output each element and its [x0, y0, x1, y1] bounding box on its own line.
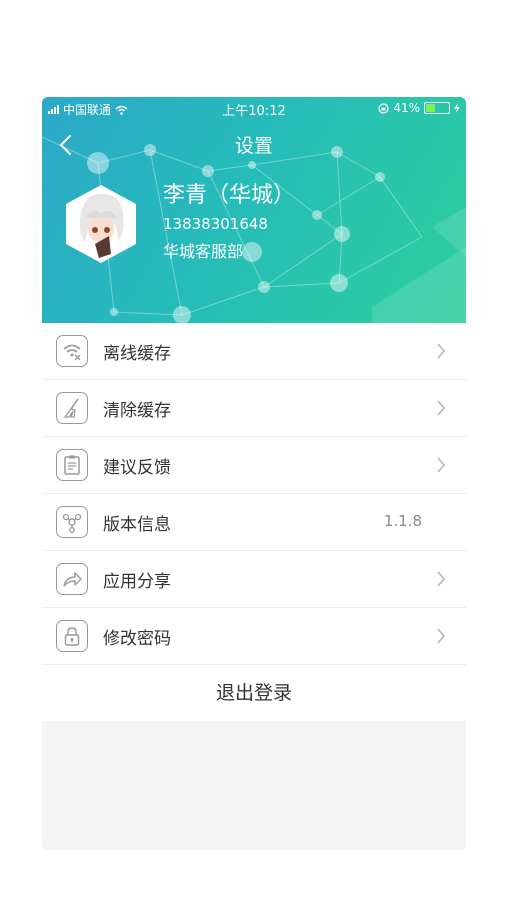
battery-icon	[424, 102, 450, 114]
menu-item-feedback[interactable]: 建议反馈	[42, 437, 466, 494]
feedback-icon	[56, 449, 88, 481]
settings-screen: 中国联通 上午10:12 41% 设置 李青（华城） 13838301648 华…	[42, 97, 466, 850]
menu-item-clear-cache[interactable]: 清除缓存	[42, 380, 466, 437]
menu-item-version[interactable]: 版本信息 1.1.8	[42, 494, 466, 551]
charging-bolt-icon	[454, 103, 460, 113]
share-arrow-icon	[56, 563, 88, 595]
menu-item-label: 修改密码	[103, 629, 171, 649]
settings-menu: 离线缓存 清除缓存 建议反馈 版本信息 1.1.8 应用分享 修改密码 退出登录	[42, 323, 466, 721]
battery-percent: 41%	[393, 101, 420, 115]
user-name: 李青（华城）	[163, 183, 296, 208]
chevron-right-icon	[437, 571, 446, 587]
chevron-right-icon	[437, 457, 446, 473]
chevron-right-icon	[437, 628, 446, 644]
battery-level	[426, 104, 436, 112]
avatar[interactable]	[65, 184, 137, 264]
menu-item-label: 应用分享	[103, 572, 171, 592]
user-department: 华城客服部	[163, 242, 244, 261]
page-title: 设置	[234, 135, 273, 157]
status-bar: 中国联通 上午10:12 41%	[42, 97, 466, 119]
version-share-nodes-icon	[56, 506, 88, 538]
menu-item-change-password[interactable]: 修改密码	[42, 608, 466, 665]
menu-item-label: 离线缓存	[103, 344, 171, 364]
menu-item-label: 建议反馈	[103, 458, 171, 478]
logout-button[interactable]: 退出登录	[42, 665, 466, 721]
menu-item-label: 版本信息	[103, 515, 171, 535]
chevron-right-icon	[437, 400, 446, 416]
chevron-right-icon	[437, 343, 446, 359]
menu-item-offline-cache[interactable]: 离线缓存	[42, 323, 466, 380]
offline-cache-icon	[56, 335, 88, 367]
profile-header: 中国联通 上午10:12 41% 设置 李青（华城） 13838301648 华…	[42, 97, 466, 323]
lock-icon	[56, 620, 88, 652]
rotation-lock-icon	[378, 102, 389, 114]
broom-icon	[56, 392, 88, 424]
menu-item-label: 清除缓存	[103, 401, 171, 421]
menu-item-share-app[interactable]: 应用分享	[42, 551, 466, 608]
version-number: 1.1.8	[383, 512, 422, 530]
user-phone: 13838301648	[163, 215, 268, 233]
